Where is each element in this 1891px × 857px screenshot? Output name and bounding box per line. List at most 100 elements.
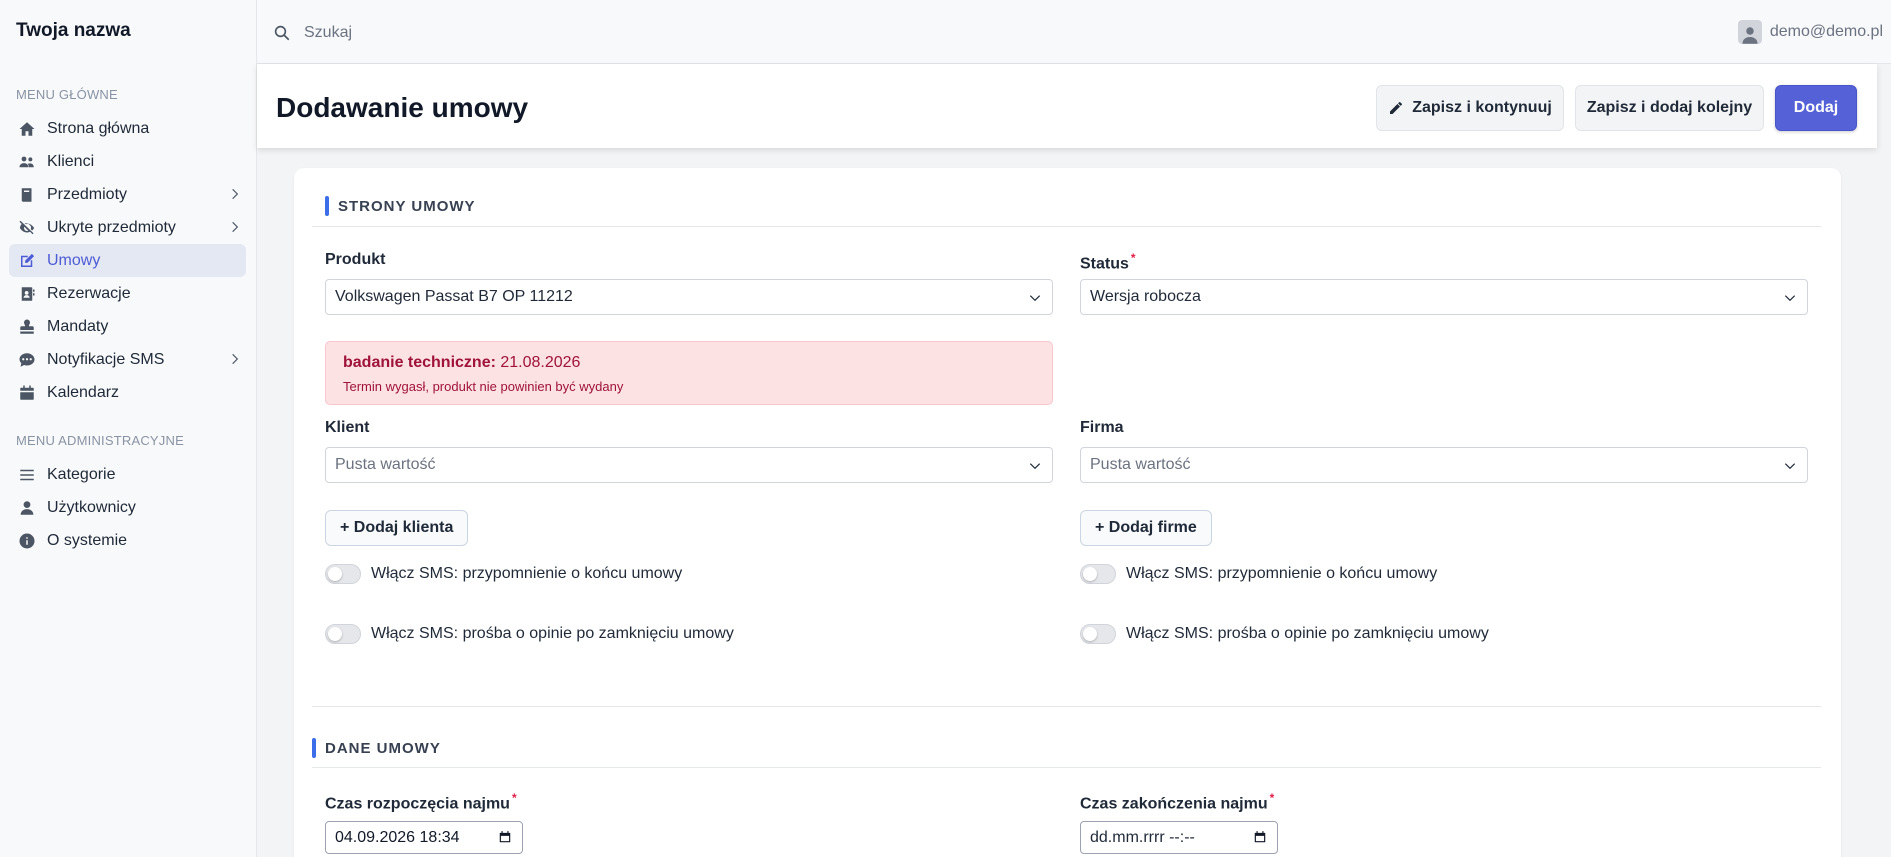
- start-time-value: 04.09.2026 18:34: [335, 828, 460, 846]
- sidebar-item-label: Ukryte przedmioty: [47, 218, 176, 236]
- user-menu[interactable]: demo@demo.pl: [1737, 20, 1883, 44]
- stamp-icon: [17, 317, 37, 337]
- toggle-switch[interactable]: [1080, 564, 1116, 584]
- sidebar: Twoja nazwa MENU GŁÓWNE Strona główna Kl…: [0, 0, 257, 857]
- sidebar-item-fines[interactable]: Mandaty: [9, 310, 246, 343]
- section-title-contract-data: DANE UMOWY: [312, 738, 441, 758]
- info-icon: [17, 531, 37, 551]
- main-menu: Strona główna Klienci Przedmioty Ukryte …: [9, 112, 246, 409]
- status-label: Status *: [1080, 251, 1136, 273]
- sidebar-item-about[interactable]: O systemie: [9, 524, 246, 557]
- company-sms-opinion-request: Włącz SMS: prośba o opinie po zamknięciu…: [1080, 624, 1489, 644]
- home-icon: [17, 119, 37, 139]
- sidebar-item-label: Mandaty: [47, 317, 109, 335]
- client-sms-opinion-request: Włącz SMS: prośba o opinie po zamknięciu…: [325, 624, 734, 644]
- sidebar-item-contracts[interactable]: Umowy: [9, 244, 246, 277]
- contract-form: STRONY UMOWY Produkt Volkswagen Passat B…: [294, 168, 1841, 857]
- page-header: Dodawanie umowy Zapisz i kontynuuj Zapis…: [257, 64, 1877, 148]
- company-placeholder: Pusta wartość: [1090, 456, 1191, 473]
- sidebar-item-sms-notifications[interactable]: Notyfikacje SMS: [9, 343, 246, 376]
- edit-icon: [17, 251, 37, 271]
- sidebar-item-label: Przedmioty: [47, 185, 128, 203]
- sidebar-item-reservations[interactable]: Rezerwacje: [9, 277, 246, 310]
- product-value: Volkswagen Passat B7 OP 11212: [335, 288, 573, 305]
- user-icon: [17, 498, 37, 518]
- alert-text: Termin wygasł, produkt nie powinien być …: [343, 379, 624, 394]
- chevron-down-icon: [1783, 459, 1797, 473]
- save-continue-button[interactable]: Zapisz i kontynuuj: [1376, 85, 1564, 131]
- sidebar-item-label: Kategorie: [47, 465, 116, 483]
- product-select[interactable]: Volkswagen Passat B7 OP 11212: [325, 279, 1053, 315]
- company-sms-end-reminder: Włącz SMS: przypomnienie o końcu umowy: [1080, 564, 1437, 584]
- alert-title: badanie techniczne: 21.08.2026: [343, 354, 581, 371]
- main-menu-title: MENU GŁÓWNE: [16, 87, 118, 102]
- pencil-icon: [1388, 100, 1404, 116]
- list-icon: [17, 465, 37, 485]
- calendar-icon[interactable]: [1253, 830, 1267, 844]
- company-select[interactable]: Pusta wartość: [1080, 447, 1808, 483]
- brand-name[interactable]: Twoja nazwa: [16, 20, 131, 42]
- status-value: Wersja robocza: [1090, 288, 1201, 305]
- end-time-label: Czas zakończenia najmu *: [1080, 791, 1275, 813]
- divider: [312, 706, 1821, 707]
- chevron-right-icon[interactable]: [228, 187, 242, 201]
- chevron-down-icon: [1028, 291, 1042, 305]
- client-select[interactable]: Pusta wartość: [325, 447, 1053, 483]
- sidebar-item-label: Umowy: [47, 251, 101, 269]
- toggle-switch[interactable]: [325, 564, 361, 584]
- book-icon: [17, 185, 37, 205]
- search-input[interactable]: [304, 18, 804, 48]
- sidebar-item-items[interactable]: Przedmioty: [9, 178, 246, 211]
- calendar-icon[interactable]: [498, 830, 512, 844]
- divider: [312, 767, 1821, 768]
- admin-menu-title: MENU ADMINISTRACYJNE: [16, 433, 184, 448]
- chevron-down-icon: [1783, 291, 1797, 305]
- toggle-switch[interactable]: [1080, 624, 1116, 644]
- start-time-input[interactable]: 04.09.2026 18:34: [325, 821, 523, 854]
- add-company-button[interactable]: + Dodaj firme: [1080, 510, 1212, 546]
- sidebar-item-users[interactable]: Użytkownicy: [9, 491, 246, 524]
- toggle-switch[interactable]: [325, 624, 361, 644]
- sidebar-item-label: Kalendarz: [47, 383, 120, 401]
- sidebar-item-label: Strona główna: [47, 119, 150, 137]
- add-button[interactable]: Dodaj: [1775, 85, 1857, 131]
- avatar: [1737, 20, 1762, 44]
- client-label: Klient: [325, 419, 370, 436]
- client-sms-end-reminder: Włącz SMS: przypomnienie o końcu umowy: [325, 564, 682, 584]
- users-icon: [17, 152, 37, 172]
- save-continue-label: Zapisz i kontynuuj: [1412, 99, 1552, 116]
- add-client-button[interactable]: + Dodaj klienta: [325, 510, 469, 546]
- divider: [312, 226, 1821, 227]
- sms-icon: [17, 350, 37, 370]
- calendar-icon: [17, 383, 37, 403]
- page-title: Dodawanie umowy: [276, 92, 529, 123]
- company-label: Firma: [1080, 419, 1124, 436]
- chevron-right-icon[interactable]: [228, 220, 242, 234]
- save-add-next-button[interactable]: Zapisz i dodaj kolejny: [1575, 85, 1764, 131]
- chevron-down-icon: [1028, 459, 1042, 473]
- status-select[interactable]: Wersja robocza: [1080, 279, 1808, 315]
- sidebar-item-label: Notyfikacje SMS: [47, 350, 165, 368]
- client-placeholder: Pusta wartość: [335, 456, 436, 473]
- sidebar-item-home[interactable]: Strona główna: [9, 112, 246, 145]
- end-time-input[interactable]: dd.mm.rrrr --:--: [1080, 821, 1278, 854]
- sidebar-item-label: O systemie: [47, 531, 128, 549]
- product-label: Produkt: [325, 251, 386, 268]
- sidebar-item-hidden-items[interactable]: Ukryte przedmioty: [9, 211, 246, 244]
- section-title-parties: STRONY UMOWY: [325, 196, 476, 216]
- topbar: demo@demo.pl: [257, 0, 1891, 64]
- sidebar-item-categories[interactable]: Kategorie: [9, 458, 246, 491]
- admin-menu: Kategorie Użytkownicy O systemie: [9, 458, 246, 557]
- sidebar-item-label: Użytkownicy: [47, 498, 136, 516]
- end-time-placeholder: dd.mm.rrrr --:--: [1090, 828, 1195, 846]
- technical-inspection-alert: badanie techniczne: 21.08.2026 Termin wy…: [325, 341, 1053, 405]
- sidebar-item-label: Klienci: [47, 152, 95, 170]
- sidebar-item-label: Rezerwacje: [47, 284, 131, 302]
- sidebar-item-calendar[interactable]: Kalendarz: [9, 376, 246, 409]
- address-book-icon: [17, 284, 37, 304]
- chevron-right-icon[interactable]: [228, 352, 242, 366]
- sidebar-item-clients[interactable]: Klienci: [9, 145, 246, 178]
- search-icon: [273, 24, 291, 42]
- start-time-label: Czas rozpoczęcia najmu *: [325, 791, 517, 813]
- user-email: demo@demo.pl: [1769, 23, 1883, 40]
